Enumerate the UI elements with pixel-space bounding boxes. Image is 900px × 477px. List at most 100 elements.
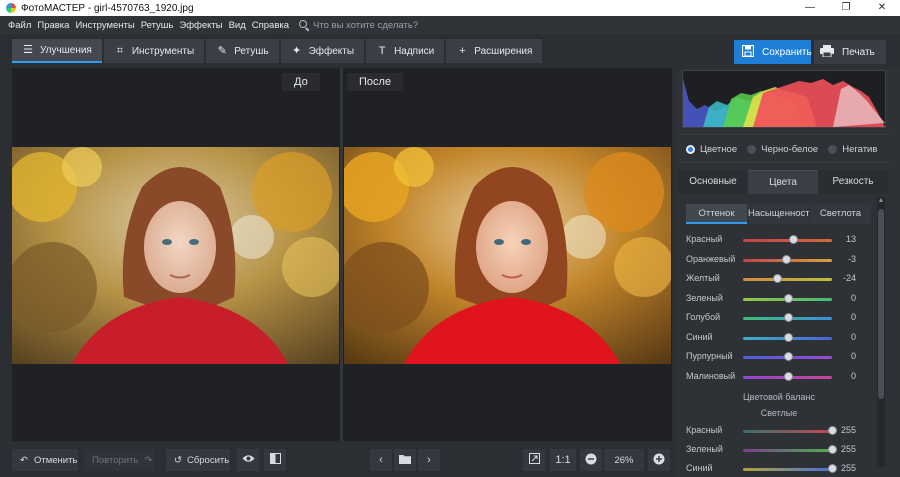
tab-extensions[interactable]: + Расширения: [446, 39, 543, 63]
plus-circle-icon: [653, 453, 665, 468]
slider-value[interactable]: 0: [836, 293, 856, 303]
tab-tools[interactable]: ⌗ Инструменты: [103, 39, 205, 63]
tab-hue[interactable]: Оттенок: [686, 204, 747, 224]
open-folder-button[interactable]: [394, 449, 416, 471]
close-icon[interactable]: ✕: [864, 0, 900, 16]
tab-label: Надписи: [394, 45, 435, 57]
panel-main-tabs: Основные Цвета Резкость: [678, 170, 888, 194]
print-button[interactable]: Печать: [814, 40, 886, 64]
slider-knob[interactable]: [783, 352, 793, 361]
slider-value[interactable]: 255: [836, 425, 856, 435]
after-label: После: [347, 73, 404, 91]
panel-scrollbar[interactable]: ▲: [877, 197, 885, 467]
slider-value[interactable]: 255: [836, 444, 856, 454]
title-bar: ФотоМАСТЕР - girl-4570763_1920.jpg — ❐ ✕: [0, 0, 900, 16]
slider-knob[interactable]: [783, 372, 793, 381]
slider-label: Желтый: [686, 273, 720, 283]
slider-track[interactable]: [743, 239, 832, 242]
radio-label: Черно-белое: [761, 144, 819, 155]
preview-eye-button[interactable]: [237, 449, 259, 471]
tab-label: Улучшения: [40, 44, 92, 56]
menu-view[interactable]: Вид: [229, 20, 246, 31]
slider-value[interactable]: 0: [836, 332, 856, 342]
menu-edit[interactable]: Правка: [37, 20, 69, 31]
radio-color[interactable]: Цветное: [686, 144, 737, 155]
slider-label: Зеленый: [686, 293, 723, 303]
actual-size-button[interactable]: 1:1: [550, 449, 576, 471]
compare-view-button[interactable]: [264, 449, 286, 471]
tab-enhancements[interactable]: ☰ Улучшения: [12, 39, 102, 63]
menu-file[interactable]: Файл: [8, 20, 31, 31]
mode-tabs: ☰ Улучшения ⌗ Инструменты ✎ Ретушь ✦ Эфф…: [12, 39, 544, 63]
slider-label: Оранжевый: [686, 254, 736, 264]
tab-retouch[interactable]: ✎ Ретушь: [206, 39, 279, 63]
menu-tools[interactable]: Инструменты: [75, 20, 134, 31]
slider-knob[interactable]: [783, 294, 793, 303]
slider-track[interactable]: [743, 449, 832, 452]
slider-track[interactable]: [743, 278, 832, 281]
menu-effects[interactable]: Эффекты: [179, 20, 222, 31]
before-label: До: [282, 73, 320, 91]
separator: [680, 134, 890, 135]
menu-retouch[interactable]: Ретушь: [141, 20, 174, 31]
slider-value[interactable]: 0: [836, 312, 856, 322]
slider-track[interactable]: [743, 430, 832, 433]
slider-value[interactable]: 255: [836, 463, 856, 473]
zoom-in-button[interactable]: [648, 449, 670, 471]
eye-icon: [242, 454, 255, 466]
previous-photo-button[interactable]: ‹: [370, 449, 392, 471]
search-icon: [299, 20, 309, 30]
radio-black-white[interactable]: Черно-белое: [747, 144, 818, 155]
slider-value[interactable]: -24: [836, 273, 856, 283]
next-photo-button[interactable]: ›: [418, 449, 440, 471]
redo-button[interactable]: Повторить ↷: [84, 449, 154, 471]
slider-value[interactable]: 0: [836, 351, 856, 361]
zoom-out-button[interactable]: [580, 449, 602, 471]
slider-track[interactable]: [743, 468, 832, 471]
tab-saturation[interactable]: Насыщенность: [748, 204, 809, 224]
redo-label: Повторить: [92, 454, 139, 466]
slider-knob[interactable]: [789, 235, 799, 244]
scrollbar-thumb[interactable]: [878, 209, 884, 399]
slider-knob[interactable]: [783, 313, 793, 322]
search-input[interactable]: [313, 19, 464, 31]
tab-basic[interactable]: Основные: [678, 170, 748, 194]
scroll-up-icon[interactable]: ▲: [877, 197, 885, 205]
tab-lightness[interactable]: Светлота: [810, 204, 871, 224]
magic-wand-icon: ✦: [291, 45, 302, 57]
compare-divider[interactable]: [340, 68, 343, 441]
restore-icon[interactable]: ❐: [828, 0, 864, 16]
app-logo-icon: [6, 3, 16, 13]
tab-colors[interactable]: Цвета: [748, 170, 818, 194]
separator: [680, 162, 890, 163]
save-button[interactable]: Сохранить: [734, 40, 812, 64]
slider-knob[interactable]: [782, 255, 792, 264]
fit-screen-icon: [528, 453, 540, 467]
ratio-label: 1:1: [555, 454, 571, 466]
tab-label: Инструменты: [131, 45, 195, 57]
split-view-icon: [269, 453, 281, 467]
slider-value[interactable]: -3: [836, 254, 856, 264]
slider-knob[interactable]: [783, 333, 793, 342]
tab-effects[interactable]: ✦ Эффекты: [280, 39, 365, 63]
slider-hue-green: Зеленый 0: [686, 291, 872, 307]
fit-to-screen-button[interactable]: [523, 449, 545, 471]
radio-negative[interactable]: Негатив: [828, 144, 877, 155]
save-label: Сохранить: [762, 46, 812, 58]
minimize-icon[interactable]: —: [792, 0, 828, 16]
window-controls: — ❐ ✕: [792, 0, 900, 16]
histogram: [682, 70, 886, 128]
slider-hue-orange: Оранжевый -3: [686, 252, 872, 268]
slider-balance-green: Зеленый 255: [686, 442, 872, 458]
slider-value[interactable]: 13: [836, 234, 856, 244]
tab-sharpness[interactable]: Резкость: [818, 170, 888, 194]
slider-value[interactable]: 0: [836, 371, 856, 381]
reset-button[interactable]: ↺ Сбросить: [166, 449, 230, 471]
menu-help[interactable]: Справка: [252, 20, 289, 31]
plus-icon: +: [459, 45, 466, 57]
slider-knob[interactable]: [772, 274, 782, 283]
zoom-level[interactable]: 26%: [604, 449, 644, 471]
undo-button[interactable]: ↶ Отменить: [12, 449, 78, 471]
tab-text[interactable]: T Надписи: [366, 39, 445, 63]
slider-label: Синий: [686, 463, 713, 473]
